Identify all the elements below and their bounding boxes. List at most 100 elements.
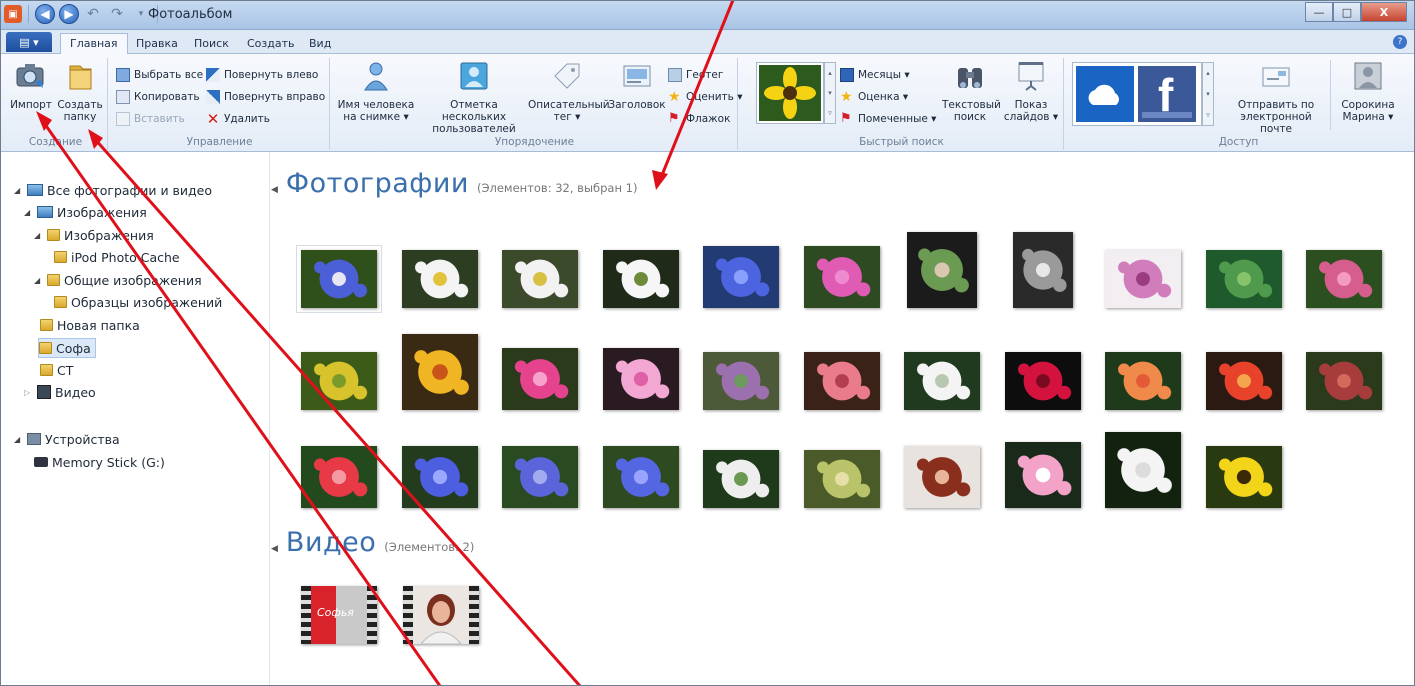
text-search-button[interactable]: Текстовый поиск	[942, 60, 1001, 123]
undo-icon[interactable]: ↶	[83, 4, 103, 24]
tab-view[interactable]: Вид	[300, 34, 340, 54]
forward-icon[interactable]: ▶	[59, 4, 79, 24]
video-section-header[interactable]: ◀ Видео (Элементов: 2)	[271, 527, 474, 558]
close-button[interactable]: X	[1361, 2, 1407, 22]
tab-create[interactable]: Создать	[238, 34, 304, 54]
tree-item-images[interactable]: ◢ Изображения	[24, 202, 147, 222]
import-button[interactable]: Импорт	[8, 60, 54, 111]
collapse-section-icon[interactable]: ◀	[271, 185, 278, 195]
photo-thumbnail[interactable]	[602, 446, 679, 508]
file-menu-button[interactable]: ▤ ▾	[6, 32, 52, 52]
photo-thumbnail[interactable]	[803, 450, 880, 508]
photo-thumbnail[interactable]	[401, 250, 478, 308]
rating-button[interactable]: ★ Оценка ▾	[840, 88, 908, 106]
photo-thumbnail[interactable]	[1205, 446, 1282, 508]
descriptive-tag-button[interactable]: Описательный тег ▾	[528, 60, 610, 123]
photo-thumbnail[interactable]	[907, 232, 977, 308]
envelope-icon	[1262, 67, 1290, 87]
photo-thumbnail[interactable]	[502, 250, 578, 308]
months-button[interactable]: Месяцы ▾	[840, 66, 910, 84]
photo-thumbnail[interactable]	[904, 446, 980, 508]
rotate-right-button[interactable]: Повернуть вправо	[206, 88, 325, 106]
tree-item-images-sub[interactable]: ◢ Изображения	[34, 225, 154, 245]
share-gallery-scroll[interactable]: ▴ ▾ ▿	[1202, 62, 1214, 126]
maximize-button[interactable]: □	[1333, 2, 1361, 22]
rate-button[interactable]: ★ Оценить ▾	[668, 88, 742, 106]
facebook-icon[interactable]: f	[1138, 66, 1196, 122]
photo-thumbnail[interactable]	[803, 246, 880, 308]
photo-thumbnail[interactable]	[502, 446, 578, 508]
tree-item-samples[interactable]: Образцы изображений	[54, 292, 222, 312]
tab-find[interactable]: Поиск	[185, 34, 238, 54]
rotate-left-button[interactable]: Повернуть влево	[206, 66, 318, 84]
photo-thumbnail[interactable]	[296, 245, 382, 313]
photo-thumbnail[interactable]	[1004, 352, 1081, 410]
photo-thumbnail[interactable]	[1012, 232, 1073, 308]
copy-button[interactable]: Копировать	[116, 88, 200, 106]
email-button[interactable]: Отправить по электронной почте	[1224, 60, 1328, 135]
redo-icon[interactable]: ↷	[107, 4, 127, 24]
tree-item-sofa[interactable]: Софа	[38, 338, 96, 358]
photo-thumbnail[interactable]	[602, 250, 679, 308]
expand-arrow-icon[interactable]: ◢	[34, 276, 43, 285]
minimize-button[interactable]: —	[1305, 2, 1333, 22]
tree-item-video[interactable]: ▷ Видео	[24, 382, 96, 402]
photo-thumbnail[interactable]	[401, 334, 478, 410]
flagged-button[interactable]: ⚑ Помеченные ▾	[840, 110, 936, 128]
paste-button[interactable]: Вставить	[116, 110, 185, 128]
collapse-section-icon[interactable]: ◀	[271, 544, 278, 554]
new-folder-button[interactable]: Создать папку	[56, 60, 104, 123]
slideshow-button[interactable]: Показ слайдов ▾	[1002, 60, 1060, 123]
photo-thumbnail[interactable]	[703, 246, 779, 308]
select-all-button[interactable]: Выбрать все	[116, 66, 203, 84]
photo-thumbnail[interactable]	[1306, 250, 1382, 308]
expand-arrow-icon[interactable]: ◢	[14, 186, 23, 195]
tree-item-new-folder[interactable]: Новая папка	[40, 315, 140, 335]
user-account-button[interactable]: Сорокина Марина ▾	[1334, 60, 1402, 123]
tree-item-ct[interactable]: CT	[40, 360, 73, 380]
video-thumbnail[interactable]: Софья	[301, 586, 377, 644]
photo-thumbnail[interactable]	[1105, 352, 1181, 410]
tree-item-ipod[interactable]: iPod Photo Cache	[54, 247, 180, 267]
flag-button[interactable]: ⚑ Флажок	[668, 110, 730, 128]
tree-item-devices[interactable]: ◢ Устройства	[14, 429, 120, 449]
photo-thumbnail[interactable]	[1205, 250, 1282, 308]
caption-button[interactable]: Заголовок	[606, 60, 668, 111]
photos-section-header[interactable]: ◀ Фотографии (Элементов: 32, выбран 1)	[271, 168, 637, 199]
expand-arrow-icon[interactable]: ◢	[34, 231, 43, 240]
photo-thumbnail[interactable]	[502, 348, 578, 410]
tab-edit[interactable]: Правка	[127, 34, 187, 54]
collapse-arrow-icon[interactable]: ▷	[24, 388, 33, 397]
photo-thumbnail[interactable]	[602, 348, 679, 410]
photo-thumbnail[interactable]	[401, 446, 478, 508]
photo-thumbnail[interactable]	[803, 352, 880, 410]
multi-tag-button[interactable]: Отметка нескольких пользователей	[420, 60, 528, 135]
photo-thumbnail[interactable]	[301, 352, 377, 410]
photo-thumbnail[interactable]	[301, 446, 377, 508]
photo-thumbnail[interactable]	[703, 450, 779, 508]
app-icon[interactable]: ▣	[4, 5, 22, 23]
photo-thumbnail[interactable]	[1306, 352, 1382, 410]
photo-thumbnail[interactable]	[1105, 250, 1181, 308]
tree-item-public-images[interactable]: ◢ Общие изображения	[34, 270, 202, 290]
photo-thumbnail[interactable]	[1105, 432, 1181, 508]
gallery-scroll[interactable]: ▴ ▾ ▿	[824, 62, 836, 124]
delete-button[interactable]: ✕ Удалить	[206, 110, 270, 128]
photo-thumbnail[interactable]	[703, 352, 779, 410]
expand-arrow-icon[interactable]: ◢	[14, 435, 23, 444]
filter-gallery[interactable]	[756, 62, 824, 124]
person-tag-button[interactable]: Имя человека на снимке ▾	[334, 60, 418, 123]
photo-thumbnail[interactable]	[1004, 442, 1081, 508]
tab-home[interactable]: Главная	[60, 33, 128, 55]
tree-item-all[interactable]: ◢ Все фотографии и видео	[14, 180, 212, 200]
help-icon[interactable]: ?	[1393, 35, 1407, 49]
photo-thumbnail[interactable]	[904, 352, 980, 410]
geotag-button[interactable]: Геотег	[668, 66, 723, 84]
onedrive-icon[interactable]	[1076, 66, 1134, 122]
photo-thumbnail[interactable]	[1205, 352, 1282, 410]
share-gallery[interactable]: f	[1072, 62, 1202, 126]
back-icon[interactable]: ◀	[35, 4, 55, 24]
expand-arrow-icon[interactable]: ◢	[24, 208, 33, 217]
video-thumbnail[interactable]	[403, 586, 479, 645]
tree-item-memory-stick[interactable]: Memory Stick (G:)	[34, 452, 165, 472]
